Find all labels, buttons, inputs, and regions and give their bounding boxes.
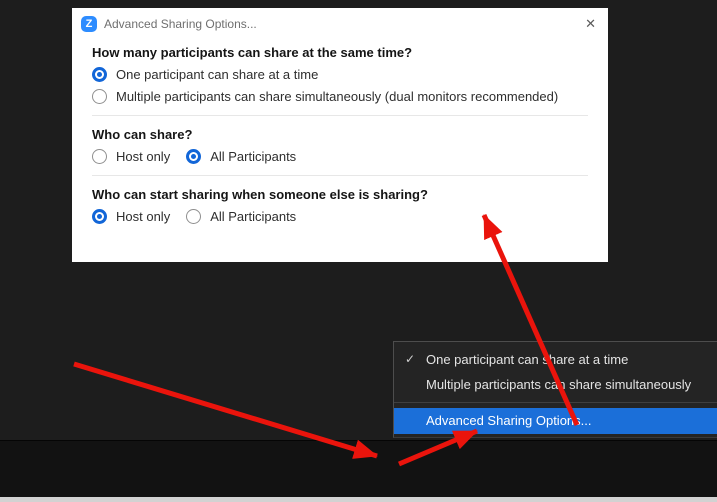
option-who-share-host-only[interactable]: Host only	[92, 149, 170, 164]
option-label: Host only	[116, 149, 170, 164]
menu-item-one-participant[interactable]: ✓ One participant can share at a time	[394, 347, 717, 372]
radio-who-share-host-only[interactable]	[92, 149, 107, 164]
zoom-meeting-window: Z Advanced Sharing Options... ✕ How many…	[0, 0, 717, 502]
radio-multiple-participants[interactable]	[92, 89, 107, 104]
radio-one-participant[interactable]	[92, 67, 107, 82]
option-label: All Participants	[210, 209, 296, 224]
option-label: Host only	[116, 209, 170, 224]
checkmark-icon: ✓	[405, 347, 415, 372]
option-label: All Participants	[210, 149, 296, 164]
option-start-share-all-participants[interactable]: All Participants	[186, 209, 296, 224]
menu-item-label: Advanced Sharing Options...	[426, 413, 592, 428]
zoom-logo-icon: Z	[81, 16, 97, 32]
meeting-toolbar: Security 1 Participants	[0, 440, 717, 497]
menu-item-label: Multiple participants can share simultan…	[426, 377, 691, 392]
menu-item-label: One participant can share at a time	[426, 352, 628, 367]
menu-separator	[394, 402, 717, 403]
option-label: One participant can share at a time	[116, 67, 318, 82]
dialog-titlebar[interactable]: Z Advanced Sharing Options... ✕	[72, 8, 608, 36]
advanced-sharing-options-dialog: Z Advanced Sharing Options... ✕ How many…	[72, 8, 608, 262]
close-icon[interactable]: ✕	[583, 16, 598, 32]
share-options-context-menu: ✓ One participant can share at a time Mu…	[393, 341, 717, 438]
divider	[92, 175, 588, 176]
dialog-title: Advanced Sharing Options...	[104, 17, 257, 31]
radio-start-share-host-only[interactable]	[92, 209, 107, 224]
question-how-many-share: How many participants can share at the s…	[92, 45, 588, 60]
radio-who-share-all-participants[interactable]	[186, 149, 201, 164]
menu-item-advanced-sharing-options[interactable]: Advanced Sharing Options...	[394, 408, 717, 434]
divider	[92, 115, 588, 116]
menu-item-multiple-participants[interactable]: Multiple participants can share simultan…	[394, 372, 717, 397]
taskbar-edge	[0, 497, 717, 502]
dialog-content: How many participants can share at the s…	[72, 45, 608, 224]
option-label: Multiple participants can share simultan…	[116, 89, 558, 104]
option-start-share-host-only[interactable]: Host only	[92, 209, 170, 224]
option-multiple-participants[interactable]: Multiple participants can share simultan…	[92, 89, 588, 104]
option-who-share-all-participants[interactable]: All Participants	[186, 149, 296, 164]
question-who-can-share: Who can share?	[92, 127, 588, 142]
option-one-participant[interactable]: One participant can share at a time	[92, 67, 588, 82]
radio-start-share-all-participants[interactable]	[186, 209, 201, 224]
question-who-can-start-sharing: Who can start sharing when someone else …	[92, 187, 588, 202]
